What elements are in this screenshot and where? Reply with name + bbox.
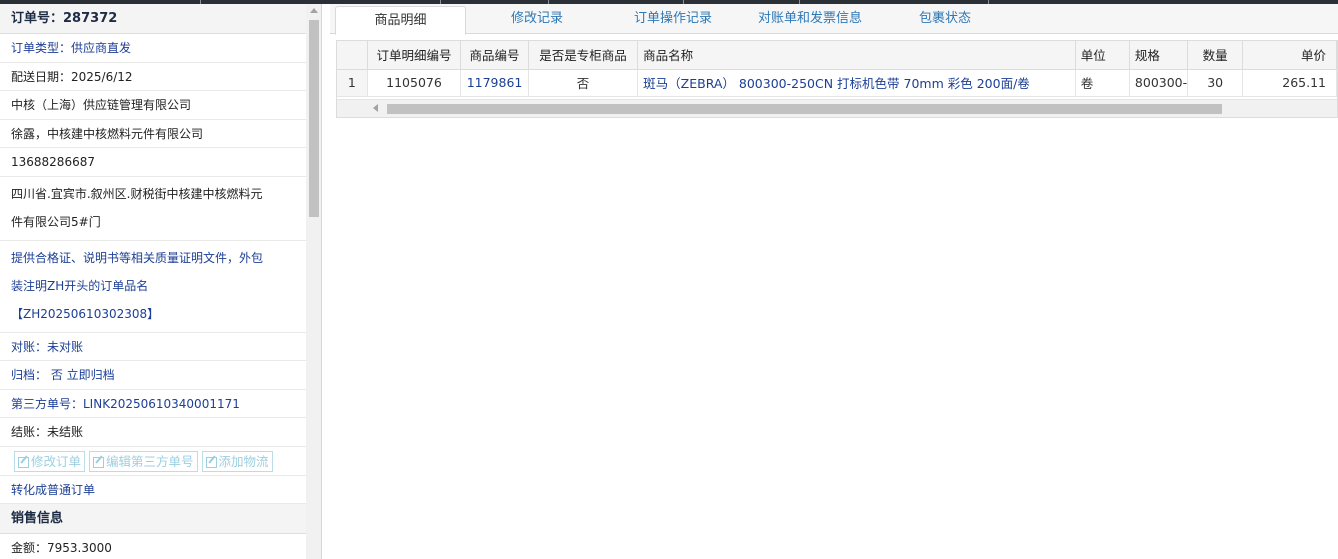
- edit-order-button[interactable]: 修改订单: [14, 450, 86, 472]
- order-number-label: 订单号：: [11, 11, 64, 26]
- edit-icon: [17, 455, 30, 468]
- add-logistics-button[interactable]: 添加物流: [201, 450, 273, 472]
- scroll-left-arrow-icon[interactable]: [373, 104, 378, 112]
- remark-line-3: 【ZH20250610302308】: [11, 306, 160, 321]
- is-counter-value: 否: [528, 69, 639, 97]
- header-spec[interactable]: 规格: [1129, 41, 1189, 70]
- product-table: 订单明细编号 商品编号 是否是专柜商品 商品名称 单位 规格 数量 单价 1 1…: [336, 40, 1338, 118]
- horizontal-scroll-thumb[interactable]: [387, 104, 1222, 114]
- header-quantity[interactable]: 数量: [1187, 41, 1244, 70]
- sales-info-header: 销售信息: [0, 504, 306, 534]
- header-unit-price[interactable]: 单价: [1242, 41, 1337, 70]
- detail-id: 1105076: [367, 69, 462, 97]
- product-id-link[interactable]: 1179861: [460, 69, 529, 97]
- third-party-number: 第三方单号：LINK20250610340001171: [0, 390, 306, 418]
- tab-operation-records[interactable]: 订单操作记录: [623, 4, 723, 34]
- product-name-link[interactable]: 斑马（ZEBRA） 800300-250CN 打标机色带 70mm 彩色 200…: [637, 69, 1076, 97]
- delivery-address: 四川省.宜宾市.叙州区.财税街中核建中核燃料元 件有限公司5#门: [0, 177, 306, 241]
- tab-statement-invoice[interactable]: 对账单和发票信息: [748, 4, 872, 34]
- archive-status[interactable]: 归档： 否 立即归档: [0, 361, 306, 390]
- scroll-up-arrow-icon[interactable]: [310, 8, 318, 13]
- order-type: 订单类型：供应商直发: [0, 34, 306, 63]
- company-name: 中核（上海）供应链管理有限公司: [0, 91, 306, 120]
- quantity-value: 30: [1187, 69, 1244, 97]
- product-table-body: 订单明细编号 商品编号 是否是专柜商品 商品名称 单位 规格 数量 单价 1 1…: [337, 41, 1337, 97]
- order-number-header: 订单号：287372: [0, 4, 306, 34]
- order-info-content: 订单号：287372 订单类型：供应商直发 配送日期：2025/6/12 中核（…: [0, 4, 306, 559]
- edit-third-party-label: 编辑第三方单号: [106, 453, 194, 469]
- detail-tabs: 商品明细 修改记录 订单操作记录 对账单和发票信息 包裹状态: [330, 4, 1338, 35]
- unit-value: 卷: [1075, 69, 1130, 97]
- contact-person: 徐露，中核建中核燃料元件有限公司: [0, 120, 306, 148]
- address-line-2: 件有限公司5#门: [11, 214, 101, 229]
- convert-normal-order-link[interactable]: 转化成普通订单: [0, 476, 306, 504]
- edit-third-party-button[interactable]: 编辑第三方单号: [89, 450, 198, 472]
- contact-phone: 13688286687: [0, 148, 306, 177]
- sales-amount: 金额：7953.3000: [0, 534, 306, 559]
- row-number: 1: [337, 69, 368, 97]
- header-is-counter[interactable]: 是否是专柜商品: [528, 41, 639, 70]
- order-info-panel: 订单号：287372 订单类型：供应商直发 配送日期：2025/6/12 中核（…: [0, 4, 322, 559]
- edit-icon: [205, 455, 218, 468]
- scroll-thumb[interactable]: [309, 20, 319, 217]
- address-line-1: 四川省.宜宾市.叙州区.财税街中核建中核燃料元: [11, 186, 263, 201]
- spec-value: 800300-: [1129, 69, 1189, 97]
- table-horizontal-scrollbar[interactable]: [337, 99, 1337, 117]
- order-number-value: 287372: [63, 11, 118, 26]
- tab-modify-records[interactable]: 修改记录: [493, 4, 581, 34]
- delivery-date: 配送日期：2025/6/12: [0, 63, 306, 91]
- edit-order-label: 修改订单: [31, 453, 82, 469]
- order-detail-panel: 商品明细 修改记录 订单操作记录 对账单和发票信息 包裹状态 订单明细编号 商品…: [330, 4, 1338, 559]
- header-unit[interactable]: 单位: [1075, 41, 1130, 70]
- edit-icon: [92, 455, 105, 468]
- table-row[interactable]: 1 1105076 1179861 否 斑马（ZEBRA） 800300-250…: [337, 69, 1337, 97]
- unit-price-value: 265.11: [1242, 69, 1337, 97]
- order-remark: 提供合格证、说明书等相关质量证明文件，外包 装注明ZH开头的订单品名 【ZH20…: [0, 241, 306, 333]
- reconcile-status: 对账：未对账: [0, 333, 306, 361]
- tab-package-status[interactable]: 包裹状态: [908, 4, 982, 34]
- add-logistics-label: 添加物流: [218, 453, 269, 469]
- remark-line-1: 提供合格证、说明书等相关质量证明文件，外包: [11, 250, 264, 265]
- header-row-number: [337, 41, 368, 70]
- table-header-row: 订单明细编号 商品编号 是否是专柜商品 商品名称 单位 规格 数量 单价: [337, 41, 1337, 70]
- left-panel-scrollbar[interactable]: [306, 4, 321, 559]
- order-action-buttons: 修改订单 编辑第三方单号 添加物流: [0, 447, 306, 476]
- remark-line-2: 装注明ZH开头的订单品名: [11, 278, 149, 293]
- settlement-status: 结账：未结账: [0, 418, 306, 447]
- tab-product-details[interactable]: 商品明细: [335, 6, 466, 35]
- header-detail-id[interactable]: 订单明细编号: [367, 41, 462, 70]
- header-product-id[interactable]: 商品编号: [460, 41, 529, 70]
- header-product-name[interactable]: 商品名称: [637, 41, 1076, 70]
